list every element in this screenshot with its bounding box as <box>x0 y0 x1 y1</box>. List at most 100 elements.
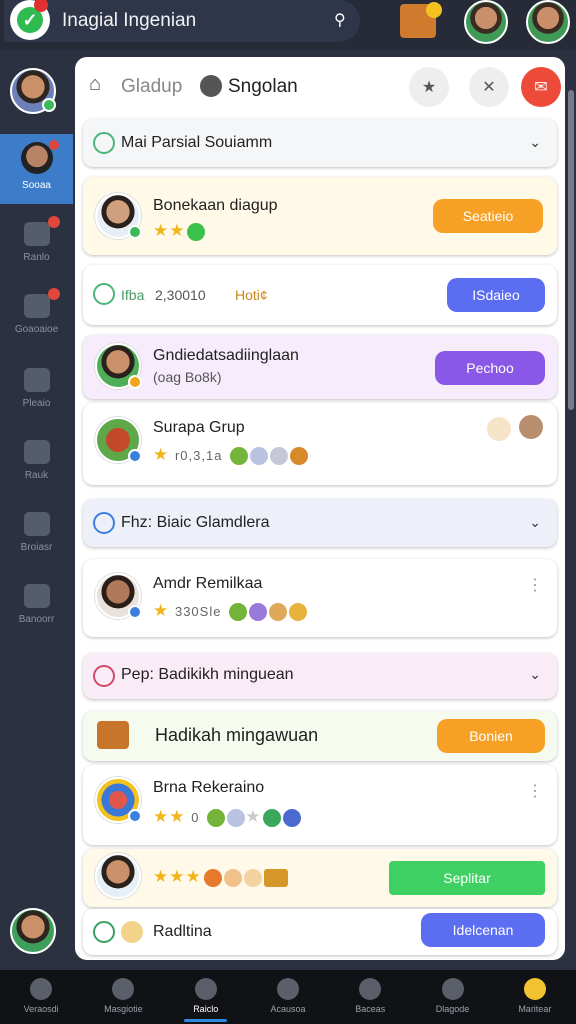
action-button[interactable]: Bonien <box>437 719 545 753</box>
home-icon[interactable]: ⌂ <box>89 73 101 96</box>
item-name: Amdr Remilkaa <box>153 575 263 592</box>
avatar <box>95 417 142 463</box>
avatar <box>95 573 142 619</box>
left-rail: Sooaa Ranlo Goaoaioe Pleaio Rauk Broiasr… <box>0 50 73 970</box>
item-subtitle: (oag Bo8k) <box>153 369 222 385</box>
chevron-down-icon[interactable]: ⌄ <box>529 514 541 531</box>
nav-market[interactable]: Maritear <box>494 970 576 1024</box>
action-button[interactable]: Idelcenan <box>421 913 545 947</box>
section-title: Fhz: Biaic Glamdlera <box>121 514 270 531</box>
nav-bases[interactable]: Baceas <box>329 970 411 1024</box>
gift-icon <box>23 440 50 464</box>
tab-sngolan[interactable]: Sngolan <box>228 76 298 98</box>
section-header[interactable]: Fhz: Biaic Glamdlera ⌄ <box>83 499 557 547</box>
row-label: Ifba <box>121 287 145 303</box>
item-name: Brna Rekeraino <box>153 779 265 796</box>
rating: ★★ <box>153 221 206 241</box>
rating: ★ r0,3,1a <box>153 445 309 465</box>
friend-avatar[interactable] <box>464 0 508 44</box>
item-name: Bonekaan diagup <box>153 197 278 214</box>
avatar <box>95 193 142 239</box>
rating: ★★★ <box>153 867 288 887</box>
star-icon[interactable]: ★ <box>409 67 449 107</box>
rail-item-7[interactable]: Banoorr <box>0 572 73 642</box>
badge-icon[interactable] <box>519 415 543 439</box>
section-icon <box>93 132 115 154</box>
list-item[interactable]: Ifba 2,30010 Hoti¢ ISdaieo <box>83 265 557 325</box>
rail-item-label: Banoorr <box>18 614 55 625</box>
item-name: Gndiedatsadiinglaan <box>153 347 299 364</box>
section-header[interactable]: Mai Parsial Souiamm ⌄ <box>83 119 557 167</box>
list-item[interactable]: Brna Rekeraino ★★ 0 ★ ⋮ <box>83 765 557 845</box>
more-options-icon[interactable]: ⋮ <box>527 781 543 801</box>
list-item[interactable]: Amdr Remilkaa ★ 330Sle ⋮ <box>83 559 557 637</box>
section-header[interactable]: Hadikah mingawuan Bonien <box>83 711 557 761</box>
document-icon <box>23 216 60 246</box>
list-item[interactable]: ★★★ Seplitar <box>83 849 557 907</box>
main-panel: ⌂ Gladup Sngolan ★ ✕ ✉ Mai Parsial Souia… <box>75 57 565 960</box>
tag-icon <box>93 665 115 687</box>
rail-item-6[interactable]: Broiasr <box>0 500 73 570</box>
chat-icon <box>441 978 464 1000</box>
chevron-down-icon[interactable]: ⌄ <box>529 666 541 683</box>
avatar <box>95 853 141 899</box>
rail-item-label: Sooaa <box>22 180 51 191</box>
nav-account[interactable]: Acausoa <box>247 970 329 1024</box>
app-logo[interactable]: ✓ <box>10 0 50 40</box>
nav-messages[interactable]: Masgiotie <box>82 970 164 1024</box>
action-button[interactable]: Pechoo <box>435 351 545 385</box>
more-options-icon[interactable]: ⋮ <box>527 575 543 595</box>
basket-icon <box>23 584 50 608</box>
refresh-icon <box>93 921 115 943</box>
list-item[interactable]: Gndiedatsadiinglaan (oag Bo8k) Pechoo <box>83 335 557 399</box>
action-button[interactable]: Seplitar <box>389 861 545 895</box>
tab-gladup[interactable]: Gladup <box>121 76 182 98</box>
arrow-up-icon <box>93 283 115 305</box>
inbox-icon[interactable]: ✉ <box>521 67 561 107</box>
scrollbar[interactable] <box>567 60 575 960</box>
rail-item-label: Rauk <box>24 470 49 481</box>
account-icon <box>276 978 299 1000</box>
header-tabs: ⌂ Gladup Sngolan ★ ✕ ✉ <box>75 57 565 117</box>
action-button[interactable]: Seatieio <box>433 199 543 233</box>
rail-item-label: Pleaio <box>22 398 51 409</box>
tools-icon[interactable]: ✕ <box>469 67 509 107</box>
coin-icon <box>487 417 511 441</box>
section-header[interactable]: Pep: Badikikh minguean ⌄ <box>83 653 557 699</box>
notification-dot <box>34 0 48 12</box>
rail-item-label: Goaoaioe <box>14 324 59 335</box>
rail-item-5[interactable]: Rauk <box>0 428 73 498</box>
nav-location[interactable]: Raiclo <box>165 970 247 1024</box>
app-title-bar: ✓ Inagial Ingenian ⚲ <box>4 0 360 42</box>
row-value: 2,30010 <box>155 287 206 303</box>
app-title: Inagial Ingenian <box>62 10 197 31</box>
rail-item-4[interactable]: Pleaio <box>0 356 73 426</box>
gift-box-icon[interactable] <box>400 2 442 38</box>
user-avatar[interactable] <box>10 68 56 114</box>
section-title: Pep: Badikikh minguean <box>121 666 294 683</box>
profile-avatar[interactable] <box>526 0 570 44</box>
list-item[interactable]: Bonekaan diagup ★★ Seatieio <box>83 177 557 255</box>
coin-icon <box>121 921 143 943</box>
rail-item-active[interactable]: Sooaa <box>0 134 73 204</box>
nav-home[interactable]: Veraosdi <box>0 970 82 1024</box>
rail-item-2[interactable]: Ranlo <box>0 210 73 280</box>
chevron-down-icon[interactable]: ⌄ <box>529 134 541 151</box>
rating: ★ 330Sle <box>153 601 308 621</box>
scrollbar-thumb[interactable] <box>568 90 574 410</box>
game-icon <box>23 368 50 392</box>
location-icon <box>194 978 217 1000</box>
rail-item-3[interactable]: Goaoaioe <box>0 282 73 352</box>
group-icon <box>23 288 60 318</box>
nav-dialog[interactable]: Dlagode <box>411 970 493 1024</box>
top-bar: ✓ Inagial Ingenian ⚲ <box>0 0 576 50</box>
message-icon <box>112 978 135 1000</box>
list-item[interactable]: Surapa Grup ★ r0,3,1a <box>83 403 557 485</box>
list-item[interactable]: Radltina Idelcenan <box>83 909 557 955</box>
item-name: Surapa Grup <box>153 419 245 436</box>
section-title: Hadikah mingawuan <box>155 725 319 745</box>
pin-icon[interactable]: ⚲ <box>334 10 346 30</box>
action-button[interactable]: ISdaieo <box>447 278 545 312</box>
rail-bottom-avatar[interactable] <box>10 908 56 954</box>
home-icon <box>30 978 53 1000</box>
